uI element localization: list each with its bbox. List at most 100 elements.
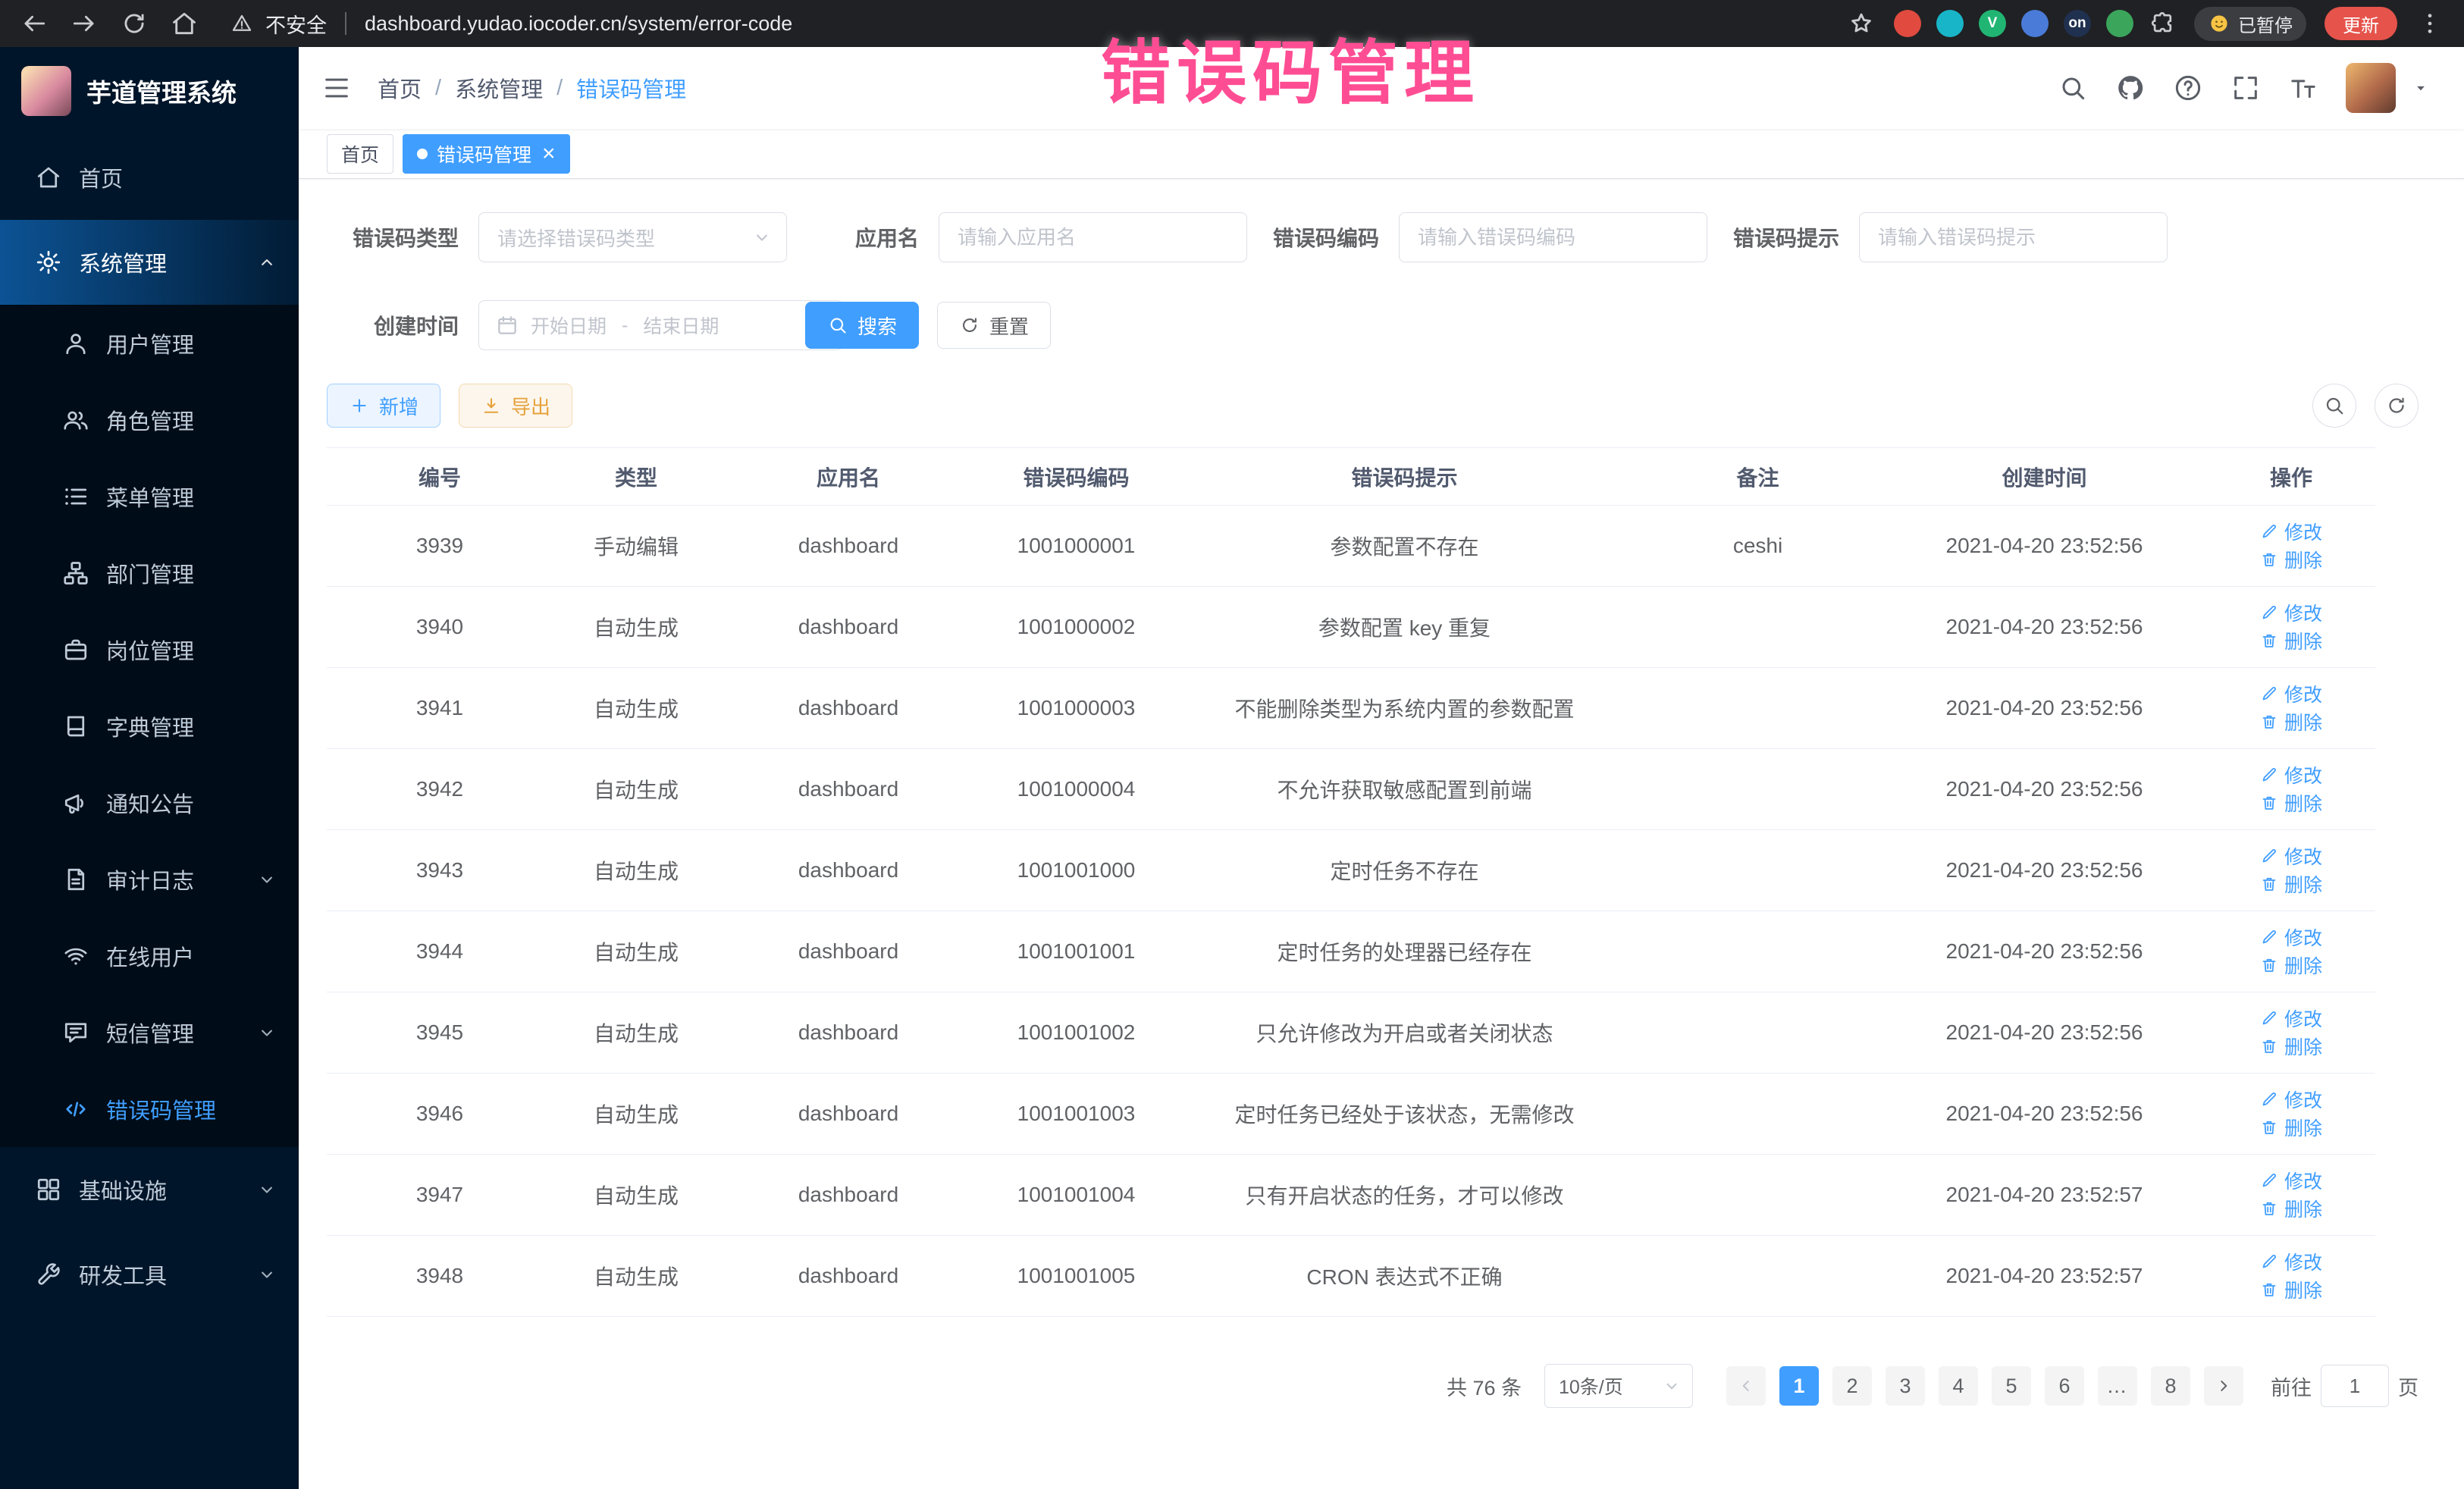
browser-update-button[interactable]: 更新 <box>2324 7 2397 40</box>
delete-link[interactable]: 删除 <box>2260 1114 2322 1141</box>
edit-link[interactable]: 修改 <box>2260 1167 2322 1194</box>
extension-grid-icon[interactable] <box>2021 10 2049 37</box>
avatar-caret-icon[interactable] <box>2411 78 2431 98</box>
delete-link[interactable]: 删除 <box>2260 1195 2322 1222</box>
browser-reload-icon[interactable] <box>120 9 149 38</box>
date-start-placeholder: 开始日期 <box>531 312 607 339</box>
paused-badge[interactable]: 已暂停 <box>2194 7 2306 41</box>
url-text[interactable]: dashboard.yudao.iocoder.cn/system/error-… <box>365 12 792 36</box>
delete-link[interactable]: 删除 <box>2260 546 2322 573</box>
view-tab[interactable]: 错误码管理 × <box>403 134 570 174</box>
goto-page-input[interactable] <box>2321 1365 2389 1407</box>
sidebar-item-audit-log[interactable]: 审计日志 <box>0 841 299 917</box>
close-tab-icon[interactable]: × <box>542 143 556 165</box>
edit-link[interactable]: 修改 <box>2260 842 2322 870</box>
browser-menu-icon[interactable] <box>2415 9 2444 38</box>
extension-teal-icon[interactable] <box>1936 10 1964 37</box>
next-page-button[interactable] <box>2204 1366 2243 1406</box>
fullscreen-icon[interactable] <box>2230 73 2261 103</box>
sidebar-item-notice-announcement[interactable]: 通知公告 <box>0 764 299 841</box>
browser-forward-icon[interactable] <box>70 9 99 38</box>
refresh-icon <box>2385 394 2408 417</box>
sidebar-item-dev-tools[interactable]: 研发工具 <box>0 1232 299 1317</box>
date-range-picker[interactable]: 开始日期 - 结束日期 <box>478 300 843 350</box>
page-size-select[interactable]: 10条/页 <box>1544 1364 1693 1408</box>
sidebar-item-error-code-management[interactable]: 错误码管理 <box>0 1071 299 1147</box>
delete-link[interactable]: 删除 <box>2260 789 2322 817</box>
filter-create-time: 创建时间 开始日期 - 结束日期 <box>327 300 787 350</box>
add-button[interactable]: 新增 <box>327 384 440 428</box>
github-icon[interactable] <box>2115 73 2146 103</box>
edit-link[interactable]: 修改 <box>2260 599 2322 626</box>
sidebar-item-role-management[interactable]: 角色管理 <box>0 381 299 458</box>
edit-link[interactable]: 修改 <box>2260 1005 2322 1032</box>
extension-onetab-icon[interactable]: on <box>2064 10 2091 37</box>
breadcrumb-item[interactable]: 错误码管理 <box>576 72 686 104</box>
sidebar-item-post-management[interactable]: 岗位管理 <box>0 611 299 688</box>
view-tab[interactable]: 首页 <box>327 134 393 174</box>
page-button[interactable]: 8 <box>2151 1366 2190 1406</box>
sidebar-toggle-icon[interactable] <box>321 73 352 103</box>
browser-home-icon[interactable] <box>170 9 199 38</box>
app-name-input[interactable] <box>939 212 1247 262</box>
font-size-icon[interactable] <box>2288 73 2318 103</box>
edit-link[interactable]: 修改 <box>2260 680 2322 707</box>
security-label[interactable]: 不安全 <box>265 9 327 39</box>
sidebar-item-sms-management[interactable]: 短信管理 <box>0 994 299 1071</box>
page-button[interactable]: 5 <box>1992 1366 2031 1406</box>
filter-row-2: 创建时间 开始日期 - 结束日期 搜索 重置 <box>327 300 2419 350</box>
reset-button[interactable]: 重置 <box>937 302 1051 349</box>
toggle-search-button[interactable] <box>2312 384 2356 428</box>
delete-link[interactable]: 删除 <box>2260 870 2322 898</box>
sidebar-item-menu-management[interactable]: 菜单管理 <box>0 458 299 534</box>
sidebar-item-system-management[interactable]: 系统管理 <box>0 220 299 305</box>
help-icon[interactable] <box>2173 73 2203 103</box>
prev-page-button[interactable] <box>1726 1366 1766 1406</box>
cell-type: 自动生成 <box>553 911 719 992</box>
sidebar-item-infrastructure[interactable]: 基础设施 <box>0 1147 299 1232</box>
delete-link[interactable]: 删除 <box>2260 1033 2322 1060</box>
user-avatar[interactable] <box>2346 63 2396 113</box>
filter-label: 错误码类型 <box>327 222 478 252</box>
sidebar-item-dept-management[interactable]: 部门管理 <box>0 534 299 611</box>
delete-link[interactable]: 删除 <box>2260 708 2322 735</box>
page-button[interactable]: 1 <box>1779 1366 1819 1406</box>
edit-link[interactable]: 修改 <box>2260 1248 2322 1275</box>
page-button[interactable]: 4 <box>1939 1366 1978 1406</box>
edit-link[interactable]: 修改 <box>2260 518 2322 545</box>
sidebar-item-dict-management[interactable]: 字典管理 <box>0 688 299 764</box>
extension-red-icon[interactable] <box>1894 10 1921 37</box>
delete-link[interactable]: 删除 <box>2260 627 2322 654</box>
sidebar-item-home[interactable]: 首页 <box>0 135 299 220</box>
app-logo[interactable]: 芋道管理系统 <box>0 47 299 135</box>
edit-link[interactable]: 修改 <box>2260 923 2322 951</box>
sidebar-item-online-users[interactable]: 在线用户 <box>0 917 299 994</box>
edit-link[interactable]: 修改 <box>2260 761 2322 788</box>
error-hint-input[interactable] <box>1859 212 2168 262</box>
export-button[interactable]: 导出 <box>459 384 572 428</box>
cell-code: 1001000001 <box>977 506 1175 587</box>
delete-link[interactable]: 删除 <box>2260 1276 2322 1303</box>
more-pages-button[interactable]: … <box>2098 1366 2137 1406</box>
extension-vue-devtools-icon[interactable]: V <box>1979 10 2006 37</box>
refresh-table-button[interactable] <box>2375 384 2419 428</box>
browser-back-icon[interactable] <box>20 9 49 38</box>
page-button[interactable]: 2 <box>1832 1366 1872 1406</box>
breadcrumb-item[interactable]: 首页 / <box>378 72 441 104</box>
header-search-icon[interactable] <box>2058 73 2088 103</box>
bookmark-star-icon[interactable] <box>1847 9 1876 38</box>
edit-link[interactable]: 修改 <box>2260 1086 2322 1113</box>
extension-green-icon[interactable] <box>2106 10 2133 37</box>
delete-link[interactable]: 删除 <box>2260 951 2322 979</box>
error-code-input[interactable] <box>1399 212 1707 262</box>
cell-type: 自动生成 <box>553 668 719 749</box>
page-button[interactable]: 6 <box>2045 1366 2084 1406</box>
sidebar-item-user-management[interactable]: 用户管理 <box>0 305 299 381</box>
search-button[interactable]: 搜索 <box>805 302 919 349</box>
address-bar[interactable]: 不安全 dashboard.yudao.iocoder.cn/system/er… <box>230 9 1826 39</box>
error-type-select[interactable]: 请选择错误码类型 <box>478 212 787 262</box>
megaphone-icon <box>62 789 89 817</box>
page-button[interactable]: 3 <box>1886 1366 1925 1406</box>
breadcrumb-item[interactable]: 系统管理 / <box>455 72 563 104</box>
extensions-puzzle-icon[interactable] <box>2149 10 2176 37</box>
